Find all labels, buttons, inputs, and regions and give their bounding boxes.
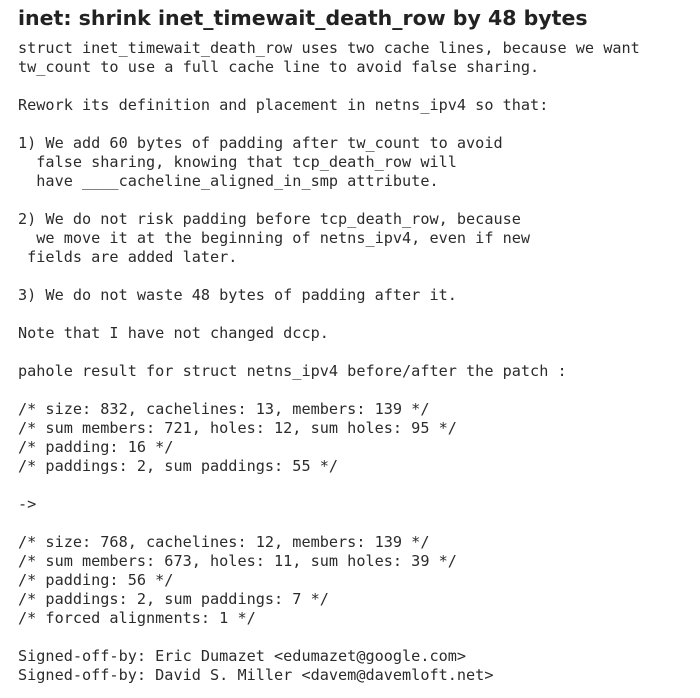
- body-line: 2) We do not risk padding before tcp_dea…: [18, 210, 521, 228]
- body-line: /* padding: 16 */: [18, 438, 174, 456]
- body-line: struct inet_timewait_death_row uses two …: [18, 39, 640, 57]
- body-line: /* paddings: 2, sum paddings: 7 */: [18, 590, 329, 608]
- body-line: /* sum members: 721, holes: 12, sum hole…: [18, 419, 457, 437]
- body-line: have ____cacheline_aligned_in_smp attrib…: [18, 172, 439, 190]
- body-line: /* size: 768, cachelines: 12, members: 1…: [18, 533, 430, 551]
- body-line: 1) We add 60 bytes of padding after tw_c…: [18, 134, 503, 152]
- body-line: Note that I have not changed dccp.: [18, 324, 329, 342]
- body-line: Signed-off-by: Eric Dumazet <edumazet@go…: [18, 647, 467, 665]
- body-line: Signed-off-by: David S. Miller <davem@da…: [18, 666, 494, 684]
- body-line: 3) We do not waste 48 bytes of padding a…: [18, 286, 457, 304]
- commit-message-page: inet: shrink inet_timewait_death_row by …: [0, 0, 700, 698]
- body-line: false sharing, knowing that tcp_death_ro…: [18, 153, 457, 171]
- body-line: fields are added later.: [18, 248, 238, 266]
- commit-title: inet: shrink inet_timewait_death_row by …: [18, 6, 588, 30]
- body-line: /* sum members: 673, holes: 11, sum hole…: [18, 552, 457, 570]
- body-line: pahole result for struct netns_ipv4 befo…: [18, 362, 567, 380]
- body-line: /* padding: 56 */: [18, 571, 174, 589]
- body-line: we move it at the beginning of netns_ipv…: [18, 229, 531, 247]
- commit-body: struct inet_timewait_death_row uses two …: [18, 39, 640, 685]
- body-line: tw_count to use a full cache line to avo…: [18, 58, 540, 76]
- body-line: /* forced alignments: 1 */: [18, 609, 256, 627]
- body-line: Rework its definition and placement in n…: [18, 96, 549, 114]
- body-line: /* paddings: 2, sum paddings: 55 */: [18, 457, 339, 475]
- body-line: /* size: 832, cachelines: 13, members: 1…: [18, 400, 430, 418]
- body-line: ->: [18, 495, 37, 513]
